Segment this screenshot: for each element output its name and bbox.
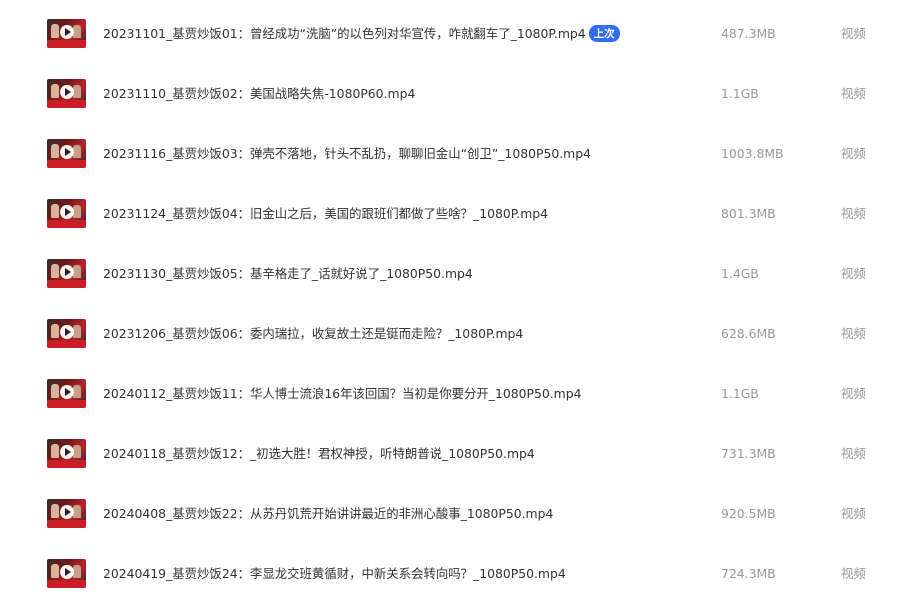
file-row[interactable]: 20240118_基贾炒饭12：_初选大胜！君权神授，听特朗普说_1080P50… — [0, 423, 907, 483]
file-name[interactable]: 20240419_基贾炒饭24：李显龙交班黄循财，中新关系会转向吗？_1080P… — [103, 564, 566, 582]
file-name[interactable]: 20231116_基贾炒饭03：弹壳不落地，针头不乱扔，聊聊旧金山“创卫”_10… — [103, 144, 591, 162]
file-size: 801.3MB — [721, 205, 776, 221]
file-list: 20231101_基贾炒饭01：曾经成功“洗脑”的以色列对华宣传，咋就翻车了_1… — [0, 0, 907, 609]
file-row[interactable]: 20231116_基贾炒饭03：弹壳不落地，针头不乱扔，聊聊旧金山“创卫”_10… — [0, 123, 907, 183]
file-size: 1003.8MB — [721, 145, 784, 161]
file-name[interactable]: 20231206_基贾炒饭06：委内瑞拉，收复故土还是铤而走险？_1080P.m… — [103, 324, 523, 342]
play-icon — [59, 385, 74, 399]
file-type: 视频 — [841, 86, 866, 101]
file-size: 628.6MB — [721, 325, 776, 341]
file-row[interactable]: 20240408_基贾炒饭22：从苏丹饥荒开始讲讲最近的非洲心酸事_1080P5… — [0, 483, 907, 543]
video-thumbnail[interactable] — [47, 378, 86, 408]
file-name[interactable]: 20240408_基贾炒饭22：从苏丹饥荒开始讲讲最近的非洲心酸事_1080P5… — [103, 504, 553, 522]
file-type: 视频 — [841, 566, 866, 581]
file-row[interactable]: 20231206_基贾炒饭06：委内瑞拉，收复故土还是铤而走险？_1080P.m… — [0, 303, 907, 363]
play-icon — [59, 505, 74, 519]
video-thumbnail[interactable] — [47, 18, 86, 48]
file-name[interactable]: 20231101_基贾炒饭01：曾经成功“洗脑”的以色列对华宣传，咋就翻车了_1… — [103, 24, 620, 42]
play-icon — [59, 265, 74, 279]
play-icon — [59, 85, 74, 99]
file-type: 视频 — [841, 446, 866, 461]
file-type: 视频 — [841, 386, 866, 401]
file-name[interactable]: 20240112_基贾炒饭11：华人博士流浪16年该回国？当初是你要分开_108… — [103, 384, 582, 402]
file-name[interactable]: 20240118_基贾炒饭12：_初选大胜！君权神授，听特朗普说_1080P50… — [103, 444, 535, 462]
video-thumbnail[interactable] — [47, 78, 86, 108]
play-icon — [59, 205, 74, 219]
file-size: 1.1GB — [721, 385, 759, 401]
file-name[interactable]: 20231124_基贾炒饭04：旧金山之后，美国的跟班们都做了些啥？_1080P… — [103, 204, 548, 222]
video-thumbnail[interactable] — [47, 498, 86, 528]
file-row[interactable]: 20240112_基贾炒饭11：华人博士流浪16年该回国？当初是你要分开_108… — [0, 363, 907, 423]
video-thumbnail[interactable] — [47, 258, 86, 288]
file-type: 视频 — [841, 326, 866, 341]
file-type: 视频 — [841, 146, 866, 161]
file-row[interactable]: 20231101_基贾炒饭01：曾经成功“洗脑”的以色列对华宣传，咋就翻车了_1… — [0, 3, 907, 63]
file-row[interactable]: 20231130_基贾炒饭05：基辛格走了_话就好说了_1080P50.mp4 … — [0, 243, 907, 303]
video-thumbnail[interactable] — [47, 558, 86, 588]
file-name[interactable]: 20231110_基贾炒饭02：美国战略失焦-1080P60.mp4 — [103, 84, 415, 102]
file-type: 视频 — [841, 506, 866, 521]
file-size: 920.5MB — [721, 505, 776, 521]
file-type: 视频 — [841, 206, 866, 221]
last-played-badge: 上次 — [588, 25, 620, 42]
play-icon — [59, 145, 74, 159]
video-thumbnail[interactable] — [47, 138, 86, 168]
video-thumbnail[interactable] — [47, 438, 86, 468]
play-icon — [59, 565, 74, 579]
file-size: 1.1GB — [721, 85, 759, 101]
play-icon — [59, 445, 74, 459]
video-thumbnail[interactable] — [47, 198, 86, 228]
file-type: 视频 — [841, 266, 866, 281]
file-name[interactable]: 20231130_基贾炒饭05：基辛格走了_话就好说了_1080P50.mp4 — [103, 264, 473, 282]
video-thumbnail[interactable] — [47, 318, 86, 348]
play-icon — [59, 25, 74, 39]
file-row[interactable]: 20231124_基贾炒饭04：旧金山之后，美国的跟班们都做了些啥？_1080P… — [0, 183, 907, 243]
file-type: 视频 — [841, 26, 866, 41]
file-size: 724.3MB — [721, 565, 776, 581]
file-size: 731.3MB — [721, 445, 776, 461]
file-size: 487.3MB — [721, 25, 776, 41]
file-row[interactable]: 20231110_基贾炒饭02：美国战略失焦-1080P60.mp4 1.1GB… — [0, 63, 907, 123]
file-size: 1.4GB — [721, 265, 759, 281]
file-row[interactable]: 20240419_基贾炒饭24：李显龙交班黄循财，中新关系会转向吗？_1080P… — [0, 543, 907, 603]
play-icon — [59, 325, 74, 339]
